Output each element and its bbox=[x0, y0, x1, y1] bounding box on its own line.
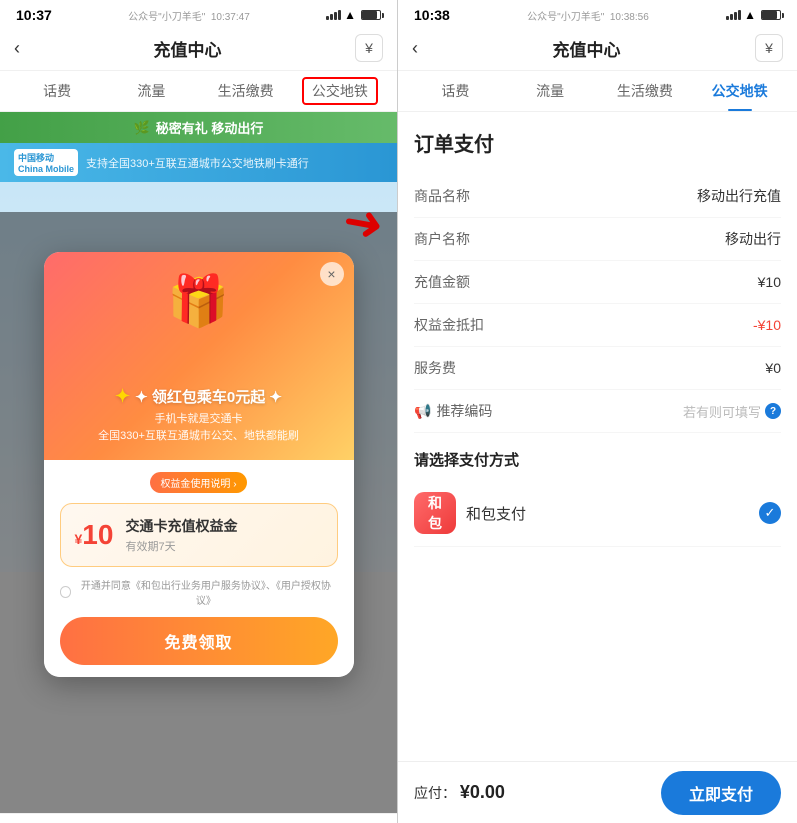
left-tab-liuliang[interactable]: 流量 bbox=[104, 71, 198, 111]
benefit-card: ¥10 交通卡充值权益金 有效期7天 bbox=[60, 503, 338, 567]
left-bottom-nav: 📋 交易记录 ⭐ 话费兑换 🎁 积分兑换 📖 使用攻略 bbox=[0, 813, 397, 823]
left-wallet-icon[interactable]: ¥ bbox=[355, 34, 383, 62]
amount-due: 应付： ¥0.00 bbox=[414, 782, 505, 803]
benefit-badge[interactable]: 权益金使用说明 › bbox=[150, 472, 246, 493]
speaker-icon: 📢 bbox=[414, 403, 431, 420]
left-tabs: 话费 流量 生活缴费 公交地铁 bbox=[0, 71, 397, 112]
order-content: 订单支付 商品名称 移动出行充值 商户名称 移动出行 充值金额 ¥10 权益金抵… bbox=[398, 112, 797, 743]
hb-logo: 和包 bbox=[414, 492, 456, 534]
right-page-title: 充值中心 bbox=[418, 36, 755, 61]
modal-card: × 🎁 ✦ ✦ 领红包乘车0元起 ✦ 手机卡就是交通卡 全国330+互联互通城市… bbox=[44, 252, 354, 677]
left-status-bar: 10:37 公众号"小刀羊毛" 10:37:47 ▲ bbox=[0, 0, 397, 28]
pay-button[interactable]: 立即支付 bbox=[661, 771, 781, 815]
star-left-icon: ✦ bbox=[115, 386, 135, 406]
order-row-discount: 权益金抵扣 -¥10 bbox=[414, 304, 781, 347]
modal-overlay[interactable]: × 🎁 ✦ ✦ 领红包乘车0元起 ✦ 手机卡就是交通卡 全国330+互联互通城市… bbox=[0, 212, 397, 813]
right-top-bar: ‹ 充值中心 ¥ bbox=[398, 28, 797, 71]
banner-desc: 支持全国330+互联互通城市公交地铁刷卡通行 bbox=[86, 155, 309, 171]
left-time: 10:37 bbox=[16, 7, 52, 23]
payment-left: 和包 和包支付 bbox=[414, 492, 526, 534]
right-battery-icon bbox=[761, 10, 781, 20]
right-tab-gongjiao[interactable]: 公交地铁 bbox=[692, 71, 787, 111]
agreement-text: 开通并同意《和包出行业务用户服务协议》、《用户授权协议》 bbox=[60, 577, 338, 607]
leaf-icon: 🌿 bbox=[134, 120, 150, 136]
right-tab-liuliang[interactable]: 流量 bbox=[503, 71, 598, 111]
checkmark-icon: ✓ bbox=[765, 505, 776, 521]
payment-option-hb[interactable]: 和包 和包支付 ✓ bbox=[414, 480, 781, 547]
mobile-banner: 中国移动China Mobile 支持全国330+互联互通城市公交地铁刷卡通行 bbox=[0, 143, 397, 182]
question-icon[interactable]: ? bbox=[765, 403, 781, 419]
left-page-title: 充值中心 bbox=[20, 36, 355, 61]
gift-decoration: 🎁 bbox=[60, 272, 338, 331]
wifi-icon: ▲ bbox=[344, 8, 356, 22]
promo-label: 📢 推荐编码 bbox=[414, 401, 492, 421]
benefit-info: 交通卡充值权益金 有效期7天 bbox=[125, 516, 237, 554]
order-row-fee: 服务费 ¥0 bbox=[414, 347, 781, 390]
left-top-bar: ‹ 充值中心 ¥ bbox=[0, 28, 397, 71]
order-row-merchant: 商户名称 移动出行 bbox=[414, 218, 781, 261]
payment-selected-icon: ✓ bbox=[759, 502, 781, 524]
right-status-bar: 10:38 公众号"小刀羊毛" 10:38:56 ▲ bbox=[398, 0, 797, 28]
claim-button[interactable]: 免费领取 bbox=[60, 617, 338, 665]
right-signal-icon bbox=[726, 10, 741, 20]
right-tabs: 话费 流量 生活缴费 公交地铁 bbox=[398, 71, 797, 112]
benefit-amount: ¥10 bbox=[75, 521, 114, 549]
tab-highlight-box: 公交地铁 bbox=[302, 77, 378, 105]
agreement-radio[interactable] bbox=[60, 586, 72, 598]
order-row-product: 商品名称 移动出行充值 bbox=[414, 175, 781, 218]
left-status-icons: ▲ bbox=[326, 8, 381, 22]
modal-body: 权益金使用说明 › ¥10 交通卡充值权益金 有效期7天 bbox=[44, 460, 354, 677]
right-wallet-icon[interactable]: ¥ bbox=[755, 34, 783, 62]
modal-subtitle: 手机卡就是交通卡 全国330+互联互通城市公交、地铁都能刷 bbox=[60, 411, 338, 444]
modal-top-section: 🎁 ✦ ✦ 领红包乘车0元起 ✦ 手机卡就是交通卡 全国330+互联互通城市公交… bbox=[44, 252, 354, 460]
promo-input-area[interactable]: 若有则可填写 ? bbox=[683, 402, 781, 421]
signal-icon bbox=[326, 10, 341, 20]
right-status-icons: ▲ bbox=[726, 8, 781, 22]
right-tab-shenghuo[interactable]: 生活缴费 bbox=[598, 71, 693, 111]
battery-icon bbox=[361, 10, 381, 20]
green-header-strip: 🌿 秘密有礼 移动出行 bbox=[0, 112, 397, 143]
left-tab-gongjiao[interactable]: 公交地铁 bbox=[293, 71, 387, 111]
left-content-area: 🌿 秘密有礼 移动出行 中国移动China Mobile 支持全国330+互联互… bbox=[0, 112, 397, 813]
left-tab-huafei[interactable]: 话费 bbox=[10, 71, 104, 111]
modal-close-button[interactable]: × bbox=[320, 262, 344, 286]
left-phone: 10:37 公众号"小刀羊毛" 10:37:47 ▲ ‹ 充值中心 ¥ 话费 流… bbox=[0, 0, 398, 823]
order-title: 订单支付 bbox=[414, 128, 781, 157]
right-wifi-icon: ▲ bbox=[744, 8, 756, 22]
promo-row: 📢 推荐编码 若有则可填写 ? bbox=[414, 390, 781, 433]
right-phone: 10:38 公众号"小刀羊毛" 10:38:56 ▲ ‹ 充值中心 ¥ 话费 流… bbox=[398, 0, 797, 823]
mobile-logo: 中国移动China Mobile bbox=[14, 149, 78, 176]
modal-title: ✦ ✦ 领红包乘车0元起 ✦ bbox=[60, 386, 338, 407]
payment-section-title: 请选择支付方式 bbox=[414, 433, 781, 480]
green-strip-text: 秘密有礼 移动出行 bbox=[156, 118, 264, 137]
bottom-pay-bar: 应付： ¥0.00 立即支付 bbox=[398, 761, 797, 823]
left-source-info: 公众号"小刀羊毛" 10:37:47 bbox=[128, 8, 250, 23]
right-source-info: 公众号"小刀羊毛" 10:38:56 bbox=[527, 8, 649, 23]
left-tab-shenghuo[interactable]: 生活缴费 bbox=[199, 71, 293, 111]
order-row-amount: 充值金额 ¥10 bbox=[414, 261, 781, 304]
right-time: 10:38 bbox=[414, 7, 450, 23]
right-tab-huafei[interactable]: 话费 bbox=[408, 71, 503, 111]
